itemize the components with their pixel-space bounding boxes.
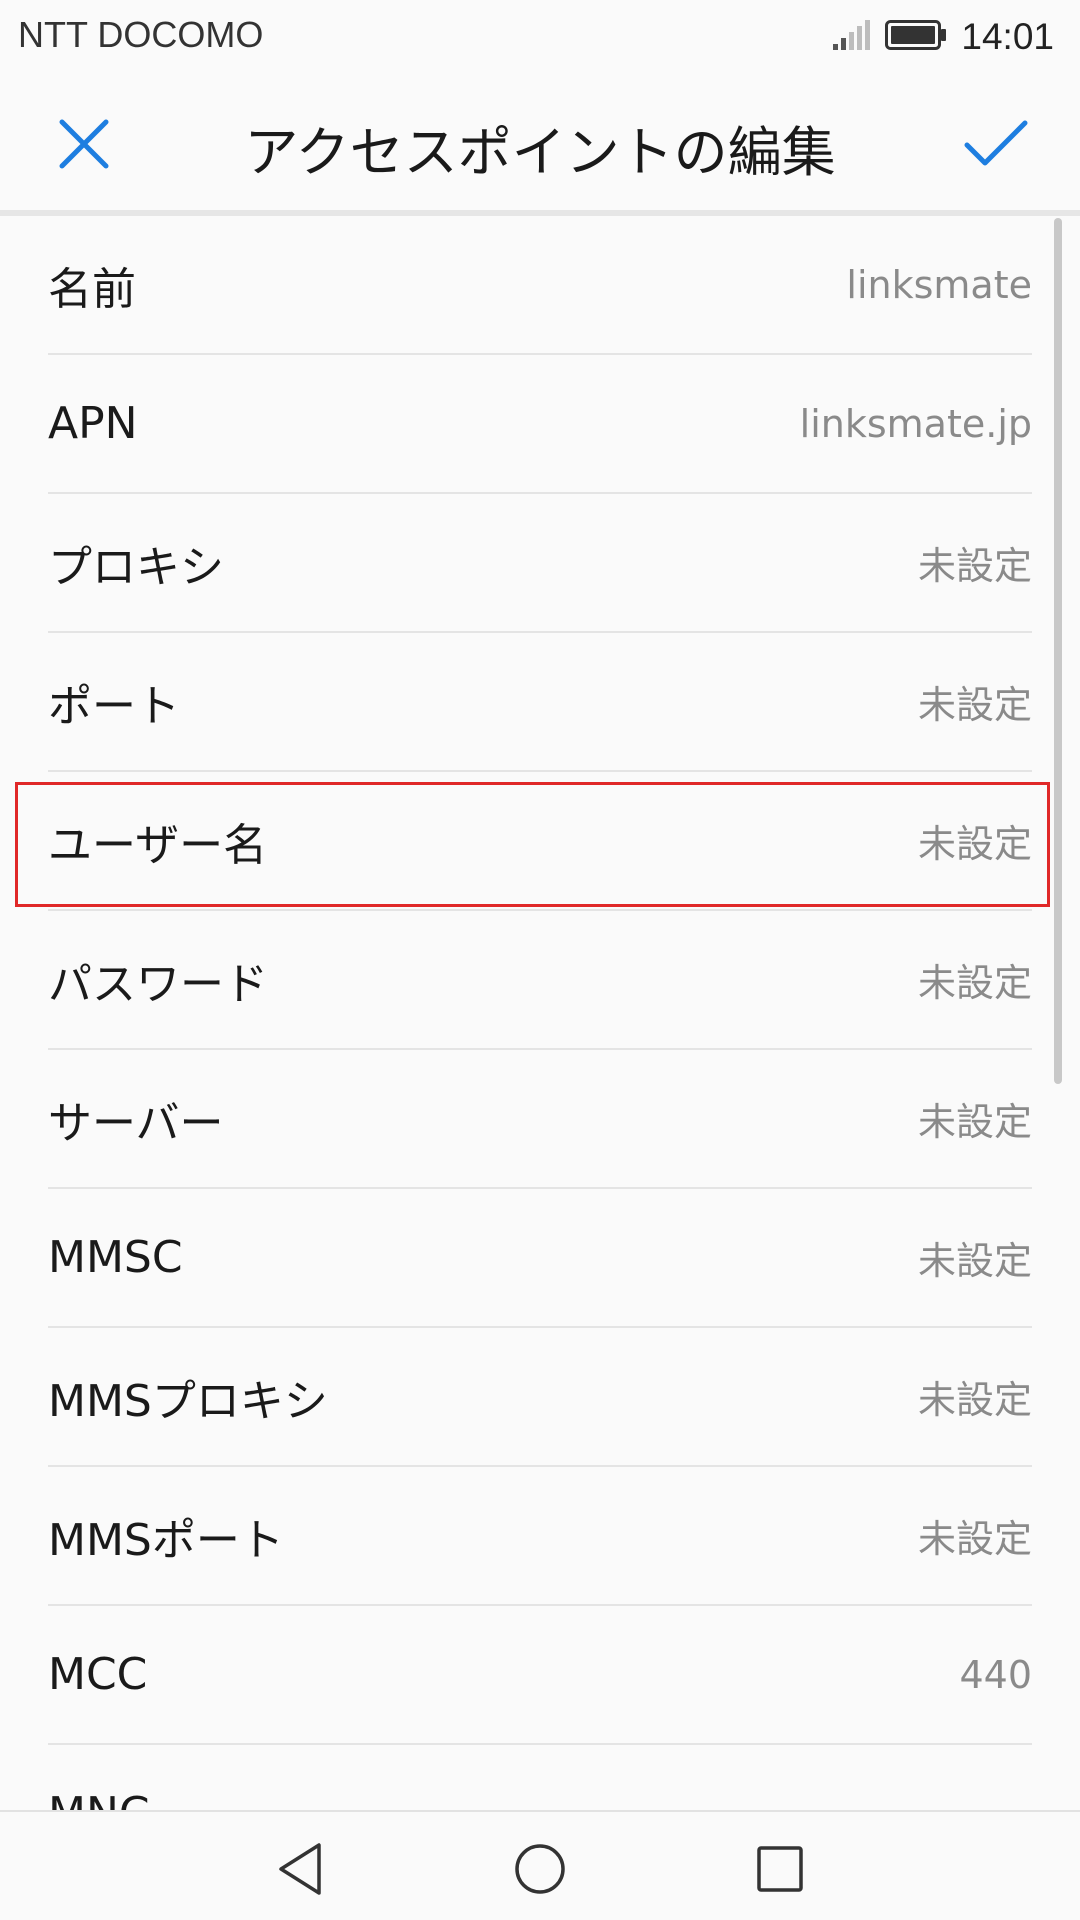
row-value: 440 [959, 1652, 1032, 1697]
apn-row-username[interactable]: ユーザー名 未設定 [15, 772, 1050, 911]
apn-row-name[interactable]: 名前 linksmate [48, 216, 1032, 355]
row-label: MMSポート [48, 1514, 284, 1566]
row-value: 未設定 [917, 822, 1032, 866]
row-label: APN [48, 398, 138, 449]
row-label: 名前 [48, 263, 136, 315]
battery-icon [885, 20, 947, 54]
home-button[interactable] [505, 1834, 575, 1904]
row-label: MCC [48, 1649, 148, 1700]
row-value: 未設定 [917, 544, 1032, 588]
apn-row-mms-port[interactable]: MMSポート 未設定 [48, 1467, 1032, 1606]
back-button[interactable] [265, 1834, 335, 1904]
row-value: 未設定 [917, 1378, 1032, 1422]
status-icons: 14:01 [833, 12, 1054, 62]
carrier-name: NTT DOCOMO [18, 14, 264, 55]
status-bar: NTT DOCOMO 14:01 [0, 0, 1080, 74]
apn-row-password[interactable]: パスワード 未設定 [48, 911, 1032, 1050]
row-label: ポート [48, 680, 180, 732]
home-icon [515, 1844, 565, 1894]
recents-button[interactable] [745, 1834, 815, 1904]
row-value: 未設定 [917, 1100, 1032, 1144]
apn-row-port[interactable]: ポート 未設定 [48, 633, 1032, 772]
apn-row-mms-proxy[interactable]: MMSプロキシ 未設定 [48, 1328, 1032, 1467]
status-time: 14:01 [961, 16, 1054, 57]
apn-row-mnc[interactable]: MNC [48, 1745, 1032, 1810]
row-label: MNC [48, 1788, 150, 1810]
recents-icon [757, 1846, 803, 1892]
row-value: 未設定 [917, 1517, 1032, 1561]
apn-row-mcc[interactable]: MCC 440 [48, 1606, 1032, 1745]
apn-row-proxy[interactable]: プロキシ 未設定 [48, 494, 1032, 633]
toolbar: アクセスポイントの編集 [0, 74, 1080, 210]
row-label: ユーザー名 [48, 819, 268, 871]
apn-settings-list: 名前 linksmate APN linksmate.jp プロキシ 未設定 ポ… [0, 216, 1080, 1810]
apn-row-server[interactable]: サーバー 未設定 [48, 1050, 1032, 1189]
apn-row-apn[interactable]: APN linksmate.jp [48, 355, 1032, 494]
check-icon [964, 120, 1028, 166]
back-icon [279, 1843, 321, 1895]
apn-row-mmsc[interactable]: MMSC 未設定 [48, 1189, 1032, 1328]
row-label: プロキシ [48, 541, 224, 593]
scrollbar[interactable] [1054, 218, 1062, 1084]
row-label: サーバー [48, 1097, 224, 1149]
save-button[interactable] [956, 104, 1036, 184]
row-value: 未設定 [917, 683, 1032, 727]
row-value: 未設定 [917, 1239, 1032, 1283]
row-value: linksmate [846, 262, 1032, 307]
row-label: MMSC [48, 1232, 183, 1283]
signal-icon [833, 20, 871, 54]
page-title: アクセスポイントの編集 [244, 121, 836, 184]
row-value: 未設定 [917, 961, 1032, 1005]
row-label: MMSプロキシ [48, 1375, 328, 1427]
row-label: パスワード [48, 958, 268, 1010]
row-value: linksmate.jp [799, 401, 1032, 446]
navigation-bar [0, 1810, 1080, 1920]
